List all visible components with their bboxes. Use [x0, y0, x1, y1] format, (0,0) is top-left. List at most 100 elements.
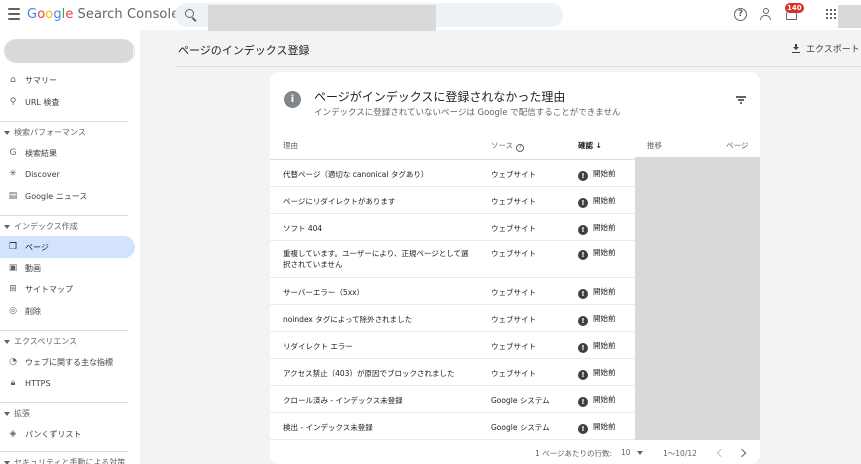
- source-cell: ウェブサイト: [491, 223, 536, 233]
- validation-cell: ! 開始前: [578, 394, 616, 407]
- sidebar-item[interactable]: ◎ 削除: [0, 300, 135, 322]
- menu-icon[interactable]: [8, 8, 20, 20]
- next-page-icon[interactable]: [737, 448, 747, 458]
- reason-cell: noindex タグによって除外されました: [283, 314, 413, 324]
- table-row[interactable]: アクセス禁止（403）が原因でブロックされました ウェブサイト! 開始前: [270, 359, 635, 386]
- sidebar-item[interactable]: ✳ Discover: [0, 163, 135, 185]
- help-icon[interactable]: ?: [734, 8, 747, 21]
- gauge-icon: ◔: [9, 357, 17, 367]
- sidebar-section[interactable]: エクスペリエンス: [4, 336, 77, 347]
- validation-status: 開始前: [593, 286, 616, 296]
- validation-status: 開始前: [593, 195, 616, 205]
- validation-status: 開始前: [593, 222, 616, 232]
- sort-arrow-icon: ↓: [595, 141, 602, 150]
- sidebar-item[interactable]: ❐ ページ: [0, 236, 135, 258]
- sidebar-item[interactable]: ◈ パンくずリスト: [0, 423, 135, 445]
- table-row[interactable]: クロール済み - インデックス未登録 Google システム! 開始前: [270, 386, 635, 413]
- divider: [0, 402, 128, 403]
- source-cell: Google システム: [491, 422, 550, 432]
- table-row[interactable]: ソフト 404 ウェブサイト! 開始前: [270, 214, 635, 241]
- table-row[interactable]: ページにリダイレクトがあります ウェブサイト! 開始前: [270, 187, 635, 214]
- prev-page-icon[interactable]: [716, 448, 726, 458]
- sidebar-section-label: インデックス作成: [14, 222, 78, 231]
- caret-down-icon: [4, 411, 10, 416]
- app-logo[interactable]: Google Search Console: [27, 7, 179, 22]
- alert-icon: !: [578, 396, 588, 407]
- table-row[interactable]: リダイレクト エラー ウェブサイト! 開始前: [270, 332, 635, 359]
- source-cell: ウェブサイト: [491, 368, 536, 378]
- admin-icon[interactable]: [760, 8, 773, 21]
- validation-cell: ! 開始前: [578, 195, 616, 208]
- rows-per-page-value: 10: [621, 448, 631, 457]
- help-icon[interactable]: ?: [516, 144, 525, 152]
- sidebar-section[interactable]: インデックス作成: [4, 221, 78, 232]
- search-bar[interactable]: [175, 3, 563, 31]
- export-button[interactable]: エクスポート: [792, 42, 860, 55]
- alert-icon: !: [578, 197, 588, 208]
- notification-badge: 140: [785, 3, 804, 13]
- validation-status: 開始前: [593, 367, 616, 377]
- apps-icon[interactable]: [826, 9, 836, 19]
- filter-icon[interactable]: [736, 96, 746, 104]
- caret-down-icon: [4, 130, 10, 135]
- reason-cell: クロール済み - インデックス未登録: [283, 395, 403, 405]
- sidebar-item-label: Google ニュース: [25, 191, 88, 201]
- column-header-trend[interactable]: 推移: [647, 140, 662, 151]
- card-title: ページがインデックスに登録されなかった理由: [314, 90, 566, 104]
- alert-icon: !: [578, 342, 588, 353]
- reason-cell: 代替ページ（適切な canonical タグあり）: [283, 169, 429, 179]
- sidebar-item[interactable]: ⊞ サイトマップ: [0, 278, 135, 300]
- table-row[interactable]: 代替ページ（適切な canonical タグあり） ウェブサイト! 開始前: [270, 160, 635, 187]
- table-row[interactable]: noindex タグによって除外されました ウェブサイト! 開始前: [270, 305, 635, 332]
- property-selector[interactable]: [4, 39, 135, 63]
- sidebar-item-label: ウェブに関する主な指標: [25, 357, 113, 367]
- pages-icon: ❐: [8, 242, 18, 252]
- sidebar-item-label: 動画: [25, 263, 41, 273]
- search-input[interactable]: [208, 5, 436, 31]
- validation-status: 開始前: [593, 421, 616, 431]
- column-header-source[interactable]: ソース?: [491, 140, 525, 152]
- sidebar: ⌂ サマリー ⚲ URL 検査検索パフォーマンス G 検索結果 ✳ Discover ▤ Goog…: [0, 30, 140, 464]
- source-cell: ウェブサイト: [491, 249, 536, 258]
- validation-status: 開始前: [593, 340, 616, 350]
- sidebar-item[interactable]: 🔒︎ HTTPS: [0, 372, 135, 394]
- export-label: エクスポート: [806, 45, 860, 55]
- reason-cell: ページにリダイレクトがあります: [283, 196, 396, 206]
- sidebar-item[interactable]: ⌂ サマリー: [0, 69, 135, 91]
- rows-per-page-select[interactable]: 10: [621, 448, 643, 457]
- sidebar-item-label: 検索結果: [25, 148, 57, 158]
- column-header-pages[interactable]: ページ: [726, 140, 748, 151]
- sidebar-item[interactable]: ▣ 動画: [0, 257, 135, 279]
- table-row[interactable]: サーバーエラー（5xx） ウェブサイト! 開始前: [270, 278, 635, 305]
- sidebar-item[interactable]: G 検索結果: [0, 142, 135, 164]
- sidebar-section-label: セキュリティと手動による対策: [14, 458, 126, 464]
- sitemap-icon: ⊞: [9, 284, 17, 294]
- property-value: [5, 40, 133, 62]
- reasons-card: i ページがインデックスに登録されなかった理由 インデックスに登録されていないペ…: [270, 72, 760, 464]
- validation-cell: ! 開始前: [578, 340, 616, 353]
- sidebar-section[interactable]: 拡張: [4, 408, 30, 419]
- table-row[interactable]: 重複しています。ユーザーにより、正規ページとして選択されていません ウェブサイト!…: [270, 241, 635, 278]
- validation-cell: ! 開始前: [578, 421, 616, 434]
- table-row[interactable]: 検出 - インデックス未登録 Google システム! 開始前: [270, 413, 635, 440]
- info-icon: i: [284, 91, 301, 108]
- validation-cell: ! 開始前: [578, 367, 616, 380]
- sidebar-item[interactable]: ◔ ウェブに関する主な指標: [0, 351, 135, 373]
- sidebar-item[interactable]: ⚲ URL 検査: [0, 91, 135, 113]
- caret-down-icon: [4, 224, 10, 229]
- reason-cell: サーバーエラー（5xx）: [283, 287, 365, 297]
- eye-off-icon: ◎: [9, 306, 17, 316]
- layers-icon: ◈: [9, 429, 17, 439]
- asterisk-icon: ✳: [9, 169, 17, 179]
- alert-icon: !: [578, 250, 588, 260]
- column-header-reason[interactable]: 理由: [283, 140, 298, 151]
- sidebar-section[interactable]: セキュリティと手動による対策: [4, 457, 125, 464]
- reason-cell: ソフト 404: [283, 223, 323, 233]
- caret-down-icon: [4, 339, 10, 344]
- sidebar-section[interactable]: 検索パフォーマンス: [4, 127, 86, 138]
- search-icon[interactable]: [185, 9, 194, 18]
- avatar[interactable]: [838, 5, 861, 28]
- divider: [0, 215, 128, 216]
- sidebar-item[interactable]: ▤ Google ニュース: [0, 185, 135, 207]
- column-header-validation[interactable]: 確認 ↓: [578, 140, 602, 151]
